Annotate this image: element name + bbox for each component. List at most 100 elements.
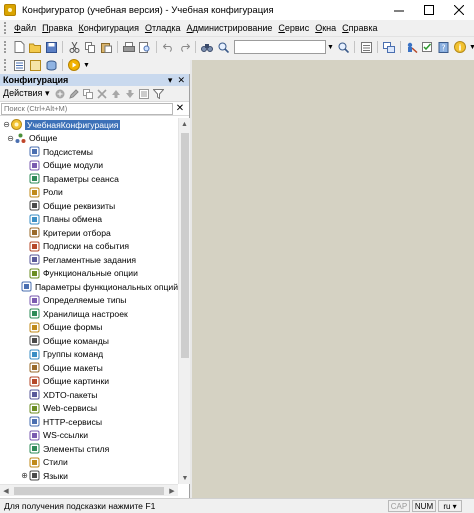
tree-expander-icon[interactable]: ⊖ [6,134,15,143]
maximize-button[interactable] [414,0,444,20]
syntax-check-button[interactable] [421,40,435,54]
tree-item[interactable]: Планы обмена [0,213,178,227]
tree-item[interactable]: Роли [0,186,178,200]
tree-item[interactable]: Общие макеты [0,361,178,375]
help-button[interactable]: ? [437,40,451,54]
update-db-button[interactable] [44,58,58,72]
search-button[interactable] [216,40,230,54]
scroll-left-arrow[interactable]: ◀ [0,485,12,497]
tree-item[interactable]: Общие картинки [0,375,178,389]
panel-close-icon[interactable]: ✕ [177,75,185,86]
run-enterprise-button[interactable] [67,58,81,72]
search-next-button[interactable] [336,40,350,54]
sort-button[interactable] [138,88,150,100]
tree-item[interactable]: Определяемые типы [0,294,178,308]
debug-button[interactable] [405,40,419,54]
windows-button[interactable] [382,40,396,54]
menu-edit[interactable]: Правка [39,23,75,33]
search-dropdown-arrow[interactable]: ▼ [326,40,335,54]
vertical-scroll-thumb[interactable] [181,133,189,358]
tree-item[interactable]: Параметры сеанса [0,172,178,186]
filter-button[interactable] [152,88,164,100]
tree-item-label: Подсистемы [43,146,93,157]
info-button[interactable]: i [453,40,467,54]
cap-indicator: CAP [388,500,410,512]
tree-search-input[interactable] [1,102,173,115]
open-button[interactable] [28,40,42,54]
tree-item[interactable]: Критерии отбора [0,226,178,240]
close-window-button[interactable] [444,0,474,20]
open-config-button[interactable] [28,58,42,72]
tree-item[interactable]: WS-ссылки [0,429,178,443]
panel-menu-icon[interactable]: ▾ [168,75,173,86]
toolbar2-grip[interactable] [4,59,8,71]
info-dropdown-arrow[interactable]: ▼ [468,40,474,54]
minimize-button[interactable] [384,0,414,20]
tree-item[interactable]: Подсистемы [0,145,178,159]
tree-item[interactable]: Элементы стиля [0,442,178,456]
language-indicator[interactable]: ru ▾ [438,500,462,512]
delete-button[interactable] [96,88,108,100]
move-down-button[interactable] [124,88,136,100]
tree-horizontal-scrollbar[interactable]: ◀ ▶ [0,484,178,496]
menu-service[interactable]: Сервис [275,23,312,33]
tree-item[interactable]: Общие формы [0,321,178,335]
tree-group-common[interactable]: ⊖ Общие [0,132,178,146]
edit-button[interactable] [68,88,80,100]
menu-administration[interactable]: Администрирование [184,23,276,33]
undo-button[interactable] [161,40,175,54]
tree-item[interactable]: Общие команды [0,334,178,348]
tree-vertical-scrollbar[interactable]: ▲ ▼ [178,118,190,484]
actions-menu[interactable]: Действия ▾ [3,88,49,99]
save-button[interactable] [44,40,58,54]
tree-item[interactable]: Регламентные задания [0,253,178,267]
properties-button[interactable] [359,40,373,54]
scroll-up-arrow[interactable]: ▲ [179,118,190,130]
run-dropdown-arrow[interactable]: ▼ [82,58,91,72]
menu-configuration[interactable]: Конфигурация [76,23,142,33]
tree-item[interactable]: HTTP-сервисы [0,415,178,429]
tree-item[interactable]: Подписки на события [0,240,178,254]
tree-item[interactable]: Стили [0,456,178,470]
menu-debug[interactable]: Отладка [142,23,184,33]
redo-button[interactable] [177,40,191,54]
tree-item[interactable]: Web-сервисы [0,402,178,416]
print-button[interactable] [122,40,136,54]
new-document-button[interactable] [12,40,26,54]
tree-item[interactable]: Группы команд [0,348,178,362]
languages-icon [29,470,40,481]
tree-expander-icon [20,228,29,237]
tree-item[interactable]: Хранилища настроек [0,307,178,321]
tree-expander-icon[interactable]: ⊕ [20,471,29,480]
menu-file[interactable]: Файл [11,23,39,33]
cut-button[interactable] [67,40,81,54]
tree-item[interactable]: XDTO-пакеты [0,388,178,402]
find-button[interactable] [200,40,214,54]
toolbar-search-input[interactable] [234,40,326,54]
tree-item-label: Общие макеты [43,362,103,373]
exchange-plans-icon [29,214,40,225]
tree-root-item[interactable]: ⊖ УчебнаяКонфигурация [0,118,178,132]
tree-item[interactable]: Параметры функциональных опций [0,280,178,294]
horizontal-scroll-thumb[interactable] [14,487,164,495]
menu-help[interactable]: Справка [339,23,380,33]
copy-button[interactable] [83,40,97,54]
menu-windows[interactable]: Окна [312,23,339,33]
panel-splitter[interactable] [190,60,192,498]
scroll-right-arrow[interactable]: ▶ [166,485,178,497]
config-tree-button[interactable] [12,58,26,72]
move-up-button[interactable] [110,88,122,100]
preview-button[interactable] [138,40,152,54]
scroll-down-arrow[interactable]: ▼ [179,472,191,484]
tree-item[interactable]: ⊕ Языки [0,469,178,483]
paste-button[interactable] [99,40,113,54]
toolbar-grip[interactable] [4,41,8,53]
clear-search-icon[interactable]: ✕ [173,103,187,114]
tree-expander-icon[interactable]: ⊖ [2,120,11,129]
tree-item[interactable]: Общие модули [0,159,178,173]
add-button[interactable] [54,88,66,100]
tree-item[interactable]: Функциональные опции [0,267,178,281]
tree-item[interactable]: Общие реквизиты [0,199,178,213]
copy-item-button[interactable] [82,88,94,100]
menu-grip[interactable] [4,22,8,34]
